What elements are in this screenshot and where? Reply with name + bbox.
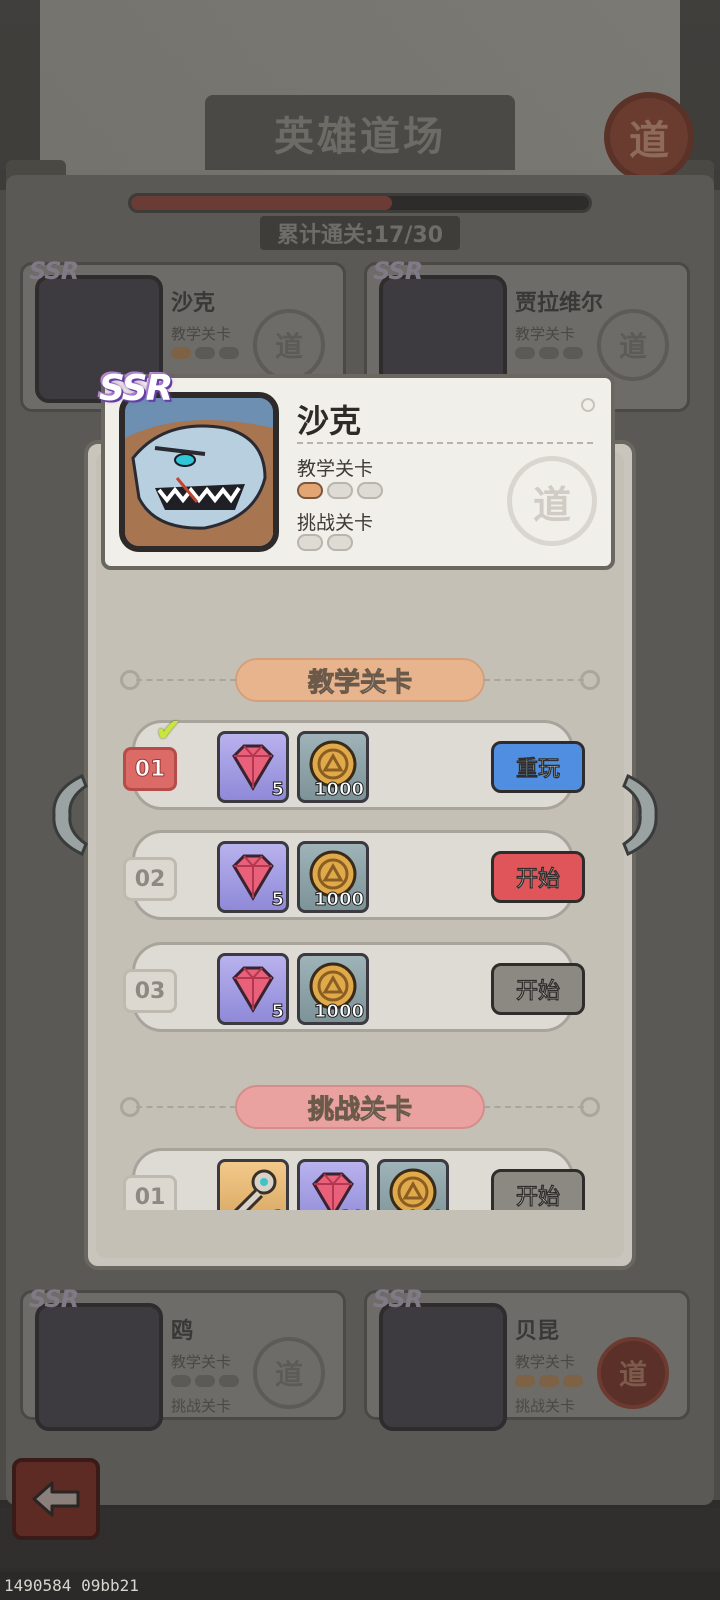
next-hero-button[interactable] (612, 770, 672, 860)
teach-label: 教学关卡 (515, 1353, 576, 1371)
reward-quantity: 1000 (313, 1001, 364, 1023)
key-reward[interactable]: 1 (217, 1159, 289, 1210)
coin-reward[interactable]: 1000 (297, 731, 369, 803)
rarity-badge: SSR (373, 1285, 423, 1313)
reward-quantity: 1000 (313, 889, 364, 911)
chevron-right-icon (622, 773, 658, 857)
stage-row: 01 ✔ 5 1000 重玩 (123, 711, 585, 810)
section-title: 挑战关卡 (235, 1085, 485, 1129)
hero-name: 贾拉维尔 (515, 291, 604, 316)
teach-progress-dots (515, 1375, 583, 1387)
hero-portrait (119, 392, 279, 552)
dojo-seal-icon: 道 (253, 309, 325, 381)
hero-card-bg[interactable]: SSR 贝昆 教学关卡 挑战关卡 道 (364, 1285, 690, 1431)
total-progress-fill (131, 196, 393, 210)
hero-name: 贝昆 (515, 1319, 560, 1344)
back-button[interactable] (12, 1458, 100, 1540)
coin-reward[interactable]: 1000 (297, 953, 369, 1025)
stage-number: 01 (123, 1175, 177, 1210)
total-progress-bar (128, 193, 592, 213)
dojo-seal-icon: 道 (253, 1337, 325, 1409)
hero-name: 鸥 (171, 1319, 194, 1344)
total-progress-label: 累计通关:17/30 (260, 216, 460, 250)
hero-detail-card: SSR 沙克 教学关卡 挑战关卡 道 (99, 368, 615, 570)
debug-id-text: 1490584 09bb21 (0, 1572, 720, 1600)
gold-coin-icon (389, 1168, 437, 1210)
reward-quantity: 5 (271, 889, 284, 911)
reward-quantity: 2000 (393, 1207, 444, 1211)
bottom-bar (0, 1508, 720, 1568)
challenge-label: 挑战关卡 (171, 1397, 232, 1415)
hero-portrait (35, 1303, 163, 1431)
gem-reward[interactable]: 10 (297, 1159, 369, 1210)
dojo-seal-glyph: 道 (629, 118, 669, 164)
hero-name: 沙克 (297, 402, 362, 440)
rarity-badge: SSR (99, 368, 173, 409)
challenge-stage-list: 01 1 10 2000 开始 (92, 1140, 628, 1210)
key-icon (233, 1169, 277, 1210)
shark-hero-portrait-icon (125, 398, 273, 546)
rarity-badge: SSR (29, 1285, 79, 1313)
gem-reward[interactable]: 5 (217, 841, 289, 913)
rarity-badge: SSR (373, 257, 423, 285)
hero-portrait (379, 1303, 507, 1431)
challenge-label: 挑战关卡 (515, 1397, 576, 1415)
reward-quantity: 1 (271, 1207, 284, 1211)
stage-number: 03 (123, 969, 177, 1013)
checkmark-icon: ✔ (155, 711, 182, 749)
dojo-seal-button[interactable]: 道 (604, 92, 694, 182)
coin-reward[interactable]: 1000 (297, 841, 369, 913)
progress-dot (327, 534, 353, 551)
start-button[interactable]: 开始 (491, 1169, 585, 1210)
teach-label: 教学关卡 (171, 1353, 232, 1371)
reward-quantity: 5 (271, 779, 284, 801)
teach-section-header: 教学关卡 (120, 657, 600, 703)
section-title: 教学关卡 (235, 658, 485, 702)
teach-progress-dots (171, 1375, 239, 1387)
pin-icon (581, 398, 595, 412)
start-button[interactable]: 开始 (491, 851, 585, 903)
start-button[interactable]: 开始 (491, 963, 585, 1015)
dojo-seal-icon: 道 (507, 456, 597, 546)
gem-reward[interactable]: 5 (217, 731, 289, 803)
ornament-ring-icon (580, 670, 600, 690)
reward-quantity: 5 (271, 1001, 284, 1023)
teach-progress-dots (171, 347, 239, 359)
challenge-section-header: 挑战关卡 (120, 1084, 600, 1130)
progress-dot (297, 534, 323, 551)
chevron-left-icon (52, 773, 88, 857)
reward-quantity: 1000 (313, 779, 364, 801)
stage-row: 03 5 1000 开始 (123, 942, 585, 1032)
coin-reward[interactable]: 2000 (377, 1159, 449, 1210)
ruby-gem-icon (312, 1172, 354, 1210)
teach-progress-dots (515, 347, 583, 359)
teach-label: 教学关卡 (297, 458, 374, 480)
progress-dot (297, 482, 323, 499)
stage-row: 01 1 10 2000 开始 (123, 1148, 585, 1210)
teach-progress-dots (297, 482, 383, 499)
teach-label: 教学关卡 (171, 325, 232, 343)
prev-hero-button[interactable] (38, 770, 98, 860)
stage-row: 02 5 1000 开始 (123, 830, 585, 920)
stage-number: 01 (123, 747, 177, 791)
gem-reward[interactable]: 5 (217, 953, 289, 1025)
ornament-ring-icon (580, 1097, 600, 1117)
back-arrow-icon (32, 1481, 80, 1517)
hero-card-bg[interactable]: SSR 鸥 教学关卡 挑战关卡 道 (20, 1285, 346, 1431)
challenge-label: 挑战关卡 (297, 512, 374, 534)
title-banner: 英雄道场 (205, 95, 515, 170)
divider (297, 442, 593, 444)
rarity-badge: SSR (29, 257, 79, 285)
progress-dot (327, 482, 353, 499)
replay-button[interactable]: 重玩 (491, 741, 585, 793)
stage-number: 02 (123, 857, 177, 901)
reward-quantity: 10 (338, 1207, 364, 1211)
dojo-seal-icon: 道 (597, 1337, 669, 1409)
dojo-seal-icon: 道 (597, 309, 669, 381)
hero-name: 沙克 (171, 291, 216, 316)
page-title: 英雄道场 (274, 113, 446, 160)
challenge-progress-dots (297, 534, 353, 551)
progress-dot (357, 482, 383, 499)
teach-label: 教学关卡 (515, 325, 576, 343)
